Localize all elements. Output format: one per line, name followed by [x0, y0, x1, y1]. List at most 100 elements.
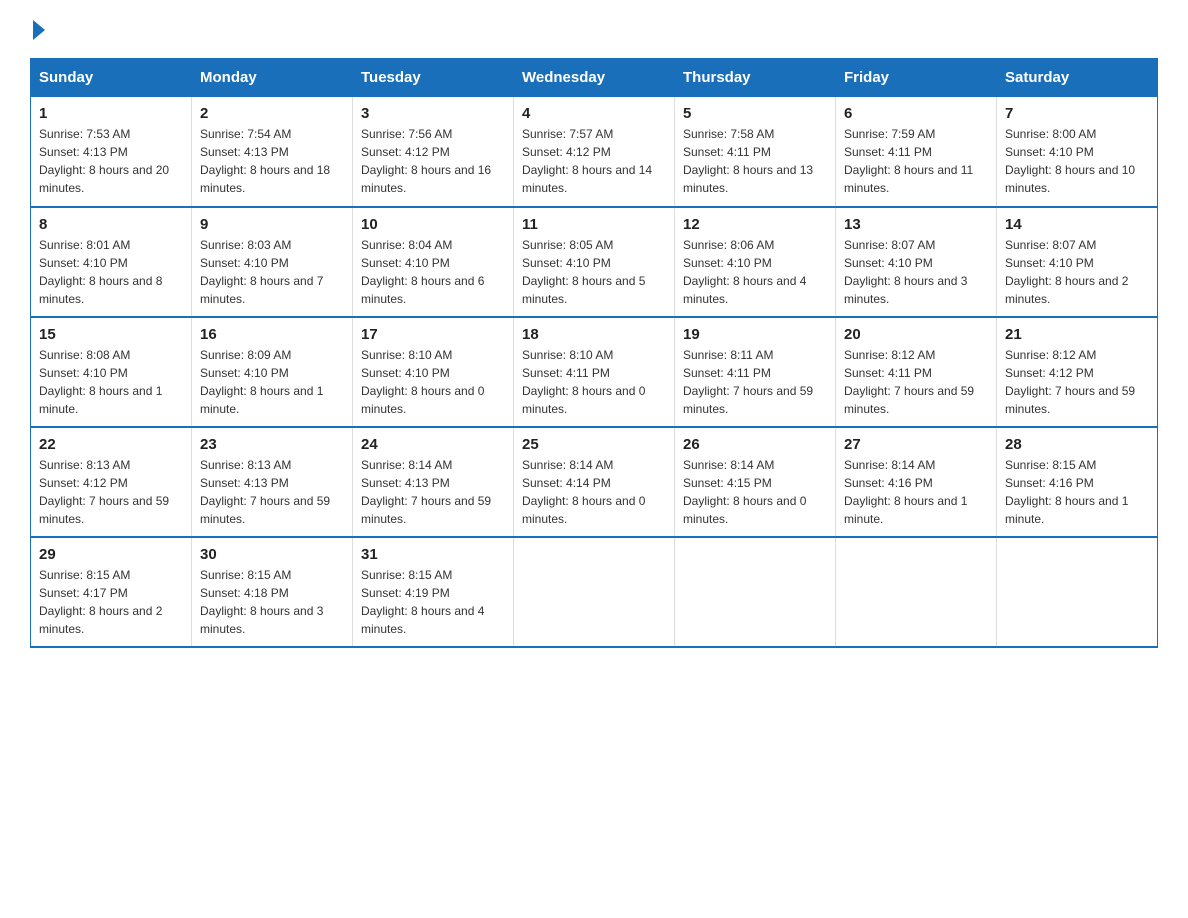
day-number: 20	[844, 326, 988, 343]
calendar-cell: 19 Sunrise: 8:11 AMSunset: 4:11 PMDayligh…	[675, 317, 836, 427]
calendar-cell: 26 Sunrise: 8:14 AMSunset: 4:15 PMDayligh…	[675, 427, 836, 537]
day-info: Sunrise: 8:12 AMSunset: 4:12 PMDaylight:…	[1005, 346, 1149, 418]
calendar-cell: 24Sunrise: 8:14 AMSunset: 4:13 PMDayligh…	[353, 427, 514, 537]
day-info: Sunrise: 7:59 AMSunset: 4:11 PMDaylight:…	[844, 125, 988, 197]
day-number: 6	[844, 105, 988, 122]
day-info: Sunrise: 8:09 AMSunset: 4:10 PMDaylight:…	[200, 346, 344, 418]
day-info: Sunrise: 7:54 AMSunset: 4:13 PMDaylight:…	[200, 125, 344, 197]
day-info: Sunrise: 8:12 AMSunset: 4:11 PMDaylight:…	[844, 346, 988, 418]
day-number: 3	[361, 105, 505, 122]
day-info: Sunrise: 8:03 AMSunset: 4:10 PMDaylight:…	[200, 236, 344, 308]
calendar-cell: 1 Sunrise: 7:53 AMSunset: 4:13 PMDaylight…	[31, 97, 192, 207]
header-sunday: Sunday	[31, 59, 192, 97]
calendar-cell: 10Sunrise: 8:04 AMSunset: 4:10 PMDayligh…	[353, 207, 514, 317]
day-info: Sunrise: 8:07 AMSunset: 4:10 PMDaylight:…	[1005, 236, 1149, 308]
day-info: Sunrise: 8:15 AMSunset: 4:16 PMDaylight:…	[1005, 456, 1149, 528]
day-info: Sunrise: 8:14 AMSunset: 4:13 PMDaylight:…	[361, 456, 505, 528]
day-info: Sunrise: 8:11 AMSunset: 4:11 PMDaylight:…	[683, 346, 827, 418]
day-number: 23	[200, 436, 344, 453]
day-number: 15	[39, 326, 183, 343]
day-info: Sunrise: 8:07 AMSunset: 4:10 PMDaylight:…	[844, 236, 988, 308]
day-info: Sunrise: 8:15 AMSunset: 4:17 PMDaylight:…	[39, 566, 183, 638]
calendar-table: SundayMondayTuesdayWednesdayThursdayFrid…	[30, 58, 1158, 648]
week-row-2: 8Sunrise: 8:01 AMSunset: 4:10 PMDaylight…	[31, 207, 1158, 317]
day-number: 10	[361, 216, 505, 233]
calendar-cell: 7 Sunrise: 8:00 AMSunset: 4:10 PMDaylight…	[997, 97, 1158, 207]
day-info: Sunrise: 7:56 AMSunset: 4:12 PMDaylight:…	[361, 125, 505, 197]
day-number: 26	[683, 436, 827, 453]
day-info: Sunrise: 8:14 AMSunset: 4:14 PMDaylight:…	[522, 456, 666, 528]
calendar-cell	[836, 537, 997, 647]
day-number: 13	[844, 216, 988, 233]
day-number: 31	[361, 546, 505, 563]
day-number: 19	[683, 326, 827, 343]
day-info: Sunrise: 8:13 AMSunset: 4:13 PMDaylight:…	[200, 456, 344, 528]
day-info: Sunrise: 8:14 AMSunset: 4:15 PMDaylight:…	[683, 456, 827, 528]
calendar-body: 1 Sunrise: 7:53 AMSunset: 4:13 PMDaylight…	[31, 97, 1158, 647]
day-info: Sunrise: 7:57 AMSunset: 4:12 PMDaylight:…	[522, 125, 666, 197]
day-info: Sunrise: 8:15 AMSunset: 4:19 PMDaylight:…	[361, 566, 505, 638]
day-number: 29	[39, 546, 183, 563]
calendar-cell: 12 Sunrise: 8:06 AMSunset: 4:10 PMDayligh…	[675, 207, 836, 317]
day-number: 25	[522, 436, 666, 453]
calendar-cell: 4Sunrise: 7:57 AMSunset: 4:12 PMDaylight…	[514, 97, 675, 207]
calendar-cell: 21 Sunrise: 8:12 AMSunset: 4:12 PMDayligh…	[997, 317, 1158, 427]
day-number: 16	[200, 326, 344, 343]
day-info: Sunrise: 8:06 AMSunset: 4:10 PMDaylight:…	[683, 236, 827, 308]
calendar-cell: 25 Sunrise: 8:14 AMSunset: 4:14 PMDayligh…	[514, 427, 675, 537]
header-wednesday: Wednesday	[514, 59, 675, 97]
logo-text	[30, 20, 48, 40]
day-info: Sunrise: 7:53 AMSunset: 4:13 PMDaylight:…	[39, 125, 183, 197]
day-info: Sunrise: 8:15 AMSunset: 4:18 PMDaylight:…	[200, 566, 344, 638]
day-info: Sunrise: 8:01 AMSunset: 4:10 PMDaylight:…	[39, 236, 183, 308]
day-info: Sunrise: 8:00 AMSunset: 4:10 PMDaylight:…	[1005, 125, 1149, 197]
header-row: SundayMondayTuesdayWednesdayThursdayFrid…	[31, 59, 1158, 97]
calendar-cell: 3 Sunrise: 7:56 AMSunset: 4:12 PMDaylight…	[353, 97, 514, 207]
calendar-cell: 2 Sunrise: 7:54 AMSunset: 4:13 PMDaylight…	[192, 97, 353, 207]
day-number: 14	[1005, 216, 1149, 233]
calendar-cell: 8Sunrise: 8:01 AMSunset: 4:10 PMDaylight…	[31, 207, 192, 317]
day-number: 28	[1005, 436, 1149, 453]
page-header	[30, 20, 1158, 40]
week-row-3: 15Sunrise: 8:08 AMSunset: 4:10 PMDayligh…	[31, 317, 1158, 427]
day-number: 21	[1005, 326, 1149, 343]
day-number: 5	[683, 105, 827, 122]
calendar-cell: 16 Sunrise: 8:09 AMSunset: 4:10 PMDayligh…	[192, 317, 353, 427]
calendar-cell: 13 Sunrise: 8:07 AMSunset: 4:10 PMDayligh…	[836, 207, 997, 317]
calendar-header: SundayMondayTuesdayWednesdayThursdayFrid…	[31, 59, 1158, 97]
calendar-cell: 11 Sunrise: 8:05 AMSunset: 4:10 PMDayligh…	[514, 207, 675, 317]
day-number: 2	[200, 105, 344, 122]
day-info: Sunrise: 8:14 AMSunset: 4:16 PMDaylight:…	[844, 456, 988, 528]
day-info: Sunrise: 8:13 AMSunset: 4:12 PMDaylight:…	[39, 456, 183, 528]
week-row-4: 22 Sunrise: 8:13 AMSunset: 4:12 PMDayligh…	[31, 427, 1158, 537]
logo	[30, 20, 48, 40]
day-number: 12	[683, 216, 827, 233]
day-number: 22	[39, 436, 183, 453]
day-info: Sunrise: 8:05 AMSunset: 4:10 PMDaylight:…	[522, 236, 666, 308]
header-saturday: Saturday	[997, 59, 1158, 97]
day-number: 1	[39, 105, 183, 122]
calendar-cell	[997, 537, 1158, 647]
calendar-cell: 22 Sunrise: 8:13 AMSunset: 4:12 PMDayligh…	[31, 427, 192, 537]
calendar-cell: 18 Sunrise: 8:10 AMSunset: 4:11 PMDayligh…	[514, 317, 675, 427]
header-thursday: Thursday	[675, 59, 836, 97]
day-info: Sunrise: 8:10 AMSunset: 4:10 PMDaylight:…	[361, 346, 505, 418]
day-number: 9	[200, 216, 344, 233]
calendar-cell	[514, 537, 675, 647]
day-info: Sunrise: 7:58 AMSunset: 4:11 PMDaylight:…	[683, 125, 827, 197]
day-number: 18	[522, 326, 666, 343]
week-row-1: 1 Sunrise: 7:53 AMSunset: 4:13 PMDaylight…	[31, 97, 1158, 207]
day-number: 11	[522, 216, 666, 233]
calendar-cell: 28 Sunrise: 8:15 AMSunset: 4:16 PMDayligh…	[997, 427, 1158, 537]
day-info: Sunrise: 8:10 AMSunset: 4:11 PMDaylight:…	[522, 346, 666, 418]
day-number: 30	[200, 546, 344, 563]
logo-arrow-icon	[33, 20, 45, 40]
calendar-cell: 14 Sunrise: 8:07 AMSunset: 4:10 PMDayligh…	[997, 207, 1158, 317]
header-monday: Monday	[192, 59, 353, 97]
calendar-cell	[675, 537, 836, 647]
calendar-cell: 17 Sunrise: 8:10 AMSunset: 4:10 PMDayligh…	[353, 317, 514, 427]
day-number: 7	[1005, 105, 1149, 122]
day-number: 17	[361, 326, 505, 343]
calendar-cell: 20 Sunrise: 8:12 AMSunset: 4:11 PMDayligh…	[836, 317, 997, 427]
calendar-cell: 29 Sunrise: 8:15 AMSunset: 4:17 PMDayligh…	[31, 537, 192, 647]
